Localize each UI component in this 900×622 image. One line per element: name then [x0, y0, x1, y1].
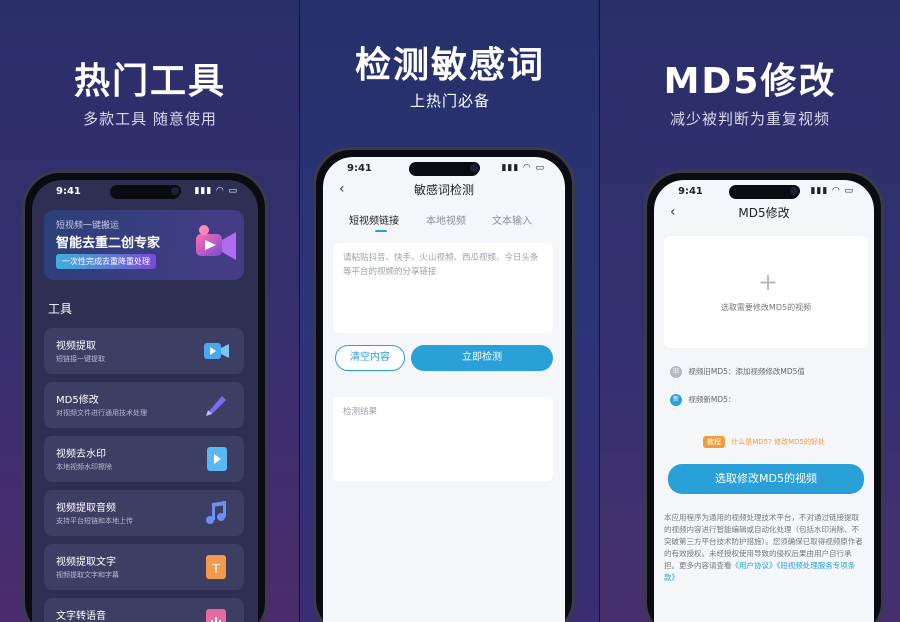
new-md5-row: 新 视频新MD5： [670, 394, 735, 406]
old-md5-row: 旧 视频旧MD5：添加视频修改MD5值 [670, 366, 805, 378]
detect-result-box: 检测结果 [333, 397, 553, 481]
video-camera-icon [204, 343, 229, 359]
back-arrow-icon[interactable]: ‹ [339, 181, 345, 197]
camera-icon [468, 162, 480, 174]
plus-icon: + [758, 268, 779, 296]
back-arrow-icon[interactable]: ‹ [670, 204, 676, 220]
select-video-button[interactable]: 选取修改MD5的视频 [668, 464, 864, 494]
nav-bar: ‹ MD5修改 [654, 204, 874, 230]
panel-title: 检测敏感词 [354, 45, 545, 86]
user-agreement-link[interactable]: 《用户协议》 [732, 561, 777, 570]
tutorial-link[interactable]: 什么是MD5? 修改MD5的好处 [731, 438, 825, 446]
tool-name: MD5修改 [56, 395, 99, 406]
nav-bar: ‹ 敏感词检测 [323, 181, 565, 207]
status-time: 9:41 [678, 186, 703, 197]
link-input-placeholder: 请粘贴抖音、快手、火山视频、西瓜视频、今日头条等平台的视频的分享链接 [343, 253, 539, 278]
video-camera-3d-icon [196, 225, 236, 260]
svg-text:T: T [211, 562, 220, 576]
status-bar: 9:41 ▮▮▮ ◠ ▭ [32, 180, 258, 202]
phone-screen: 9:41 ▮▮▮ ◠ ▭ ‹ 敏感词检测 短视频链接 本地视频 文本输入 请粘贴… [323, 157, 565, 622]
tool-name: 视频去水印 [56, 449, 106, 460]
panel-subtitle: 减少被判断为重复视频 [669, 110, 830, 128]
active-tab-indicator [375, 230, 387, 232]
status-time: 9:41 [56, 186, 81, 197]
panel-md5: MD5修改 减少被判断为重复视频 9:41 ▮▮▮ ◠ ▭ ‹ MD5修改 + … [600, 0, 900, 622]
panel-sensitive-words: 检测敏感词 上热门必备 9:41 ▮▮▮ ◠ ▭ ‹ 敏感词检测 短视频链接 本… [300, 0, 600, 622]
tab-bar: 短视频链接 本地视频 文本输入 [323, 212, 565, 234]
page-title: MD5修改 [738, 206, 790, 220]
clear-content-button[interactable]: 清空内容 [335, 345, 405, 371]
tool-desc: 支持平台短链和本地上传 [56, 517, 133, 525]
phone-mockup: 9:41 ▮▮▮ ◠ ▭ ‹ MD5修改 + 选取需要修改MD5的视频 旧 视频… [644, 170, 884, 622]
signal-wifi-battery-icon: ▮▮▮ ◠ ▭ [810, 186, 854, 196]
panel-title: MD5修改 [663, 61, 837, 102]
section-title: 工具 [48, 302, 73, 316]
audio-file-icon [206, 609, 226, 622]
tool-desc: 本地视频水印擦除 [56, 463, 112, 471]
phone-screen: 9:41 ▮▮▮ ◠ ▭ 短视频一键搬运 智能去重二创专家 一次性完成去重降重处… [32, 180, 258, 622]
tab-short-video-link[interactable]: 短视频链接 [349, 212, 399, 227]
phone-mockup: 9:41 ▮▮▮ ◠ ▭ 短视频一键搬运 智能去重二创专家 一次性完成去重降重处… [22, 170, 268, 622]
tool-name: 视频提取文字 [56, 557, 116, 568]
promo-banner[interactable]: 短视频一键搬运 智能去重二创专家 一次性完成去重降重处理 [44, 210, 244, 280]
text-file-icon: T [206, 555, 226, 579]
detect-now-button[interactable]: 立即检测 [411, 345, 553, 371]
tutorial-tag: 教程 [703, 436, 726, 448]
banner-title: 智能去重二创专家 [56, 236, 161, 251]
panel-subtitle: 上热门必备 [409, 92, 490, 110]
music-note-icon [206, 501, 226, 524]
tool-card-md5[interactable]: MD5修改 对视频文件进行通用技术处理 [44, 382, 244, 428]
tool-card-watermark[interactable]: 视频去水印 本地视频水印擦除 [44, 436, 244, 482]
tutorial-row: 教程 什么是MD5? 修改MD5的好处 [654, 436, 874, 448]
tool-name: 视频提取音频 [56, 503, 116, 514]
pencil-icon [206, 396, 226, 416]
old-md5-label: 视频旧MD5：添加视频修改MD5值 [688, 367, 805, 376]
tool-card-tts[interactable]: 文字转语音 [44, 598, 244, 622]
page-title: 敏感词检测 [413, 183, 474, 197]
new-md5-label: 视频新MD5： [688, 395, 736, 404]
video-picker-box[interactable]: + 选取需要修改MD5的视频 [664, 236, 868, 348]
panel-subtitle: 多款工具 随意使用 [83, 110, 217, 128]
tool-desc: 视频提取文字和字幕 [56, 571, 119, 579]
status-time: 9:41 [347, 163, 372, 174]
signal-wifi-battery-icon: ▮▮▮ ◠ ▭ [501, 163, 545, 173]
tool-card-video-extract[interactable]: 视频提取 短链接一键提取 [44, 328, 244, 374]
signal-wifi-battery-icon: ▮▮▮ ◠ ▭ [194, 186, 238, 196]
pick-video-hint: 选取需要修改MD5的视频 [720, 303, 812, 312]
tool-card-audio[interactable]: 视频提取音频 支持平台短链和本地上传 [44, 490, 244, 536]
banner-pill: 一次性完成去重降重处理 [56, 254, 156, 269]
tab-text-input[interactable]: 文本输入 [492, 212, 532, 227]
disclaimer-text: 本应用程序为通用的视频处理技术平台，不对通过链接提取的视频内容进行智能编辑或自动… [664, 512, 864, 584]
status-bar: 9:41 ▮▮▮ ◠ ▭ [654, 180, 874, 202]
tool-name: 视频提取 [56, 341, 96, 352]
phone-mockup: 9:41 ▮▮▮ ◠ ▭ ‹ 敏感词检测 短视频链接 本地视频 文本输入 请粘贴… [313, 147, 575, 622]
phone-screen: 9:41 ▮▮▮ ◠ ▭ ‹ MD5修改 + 选取需要修改MD5的视频 旧 视频… [654, 180, 874, 622]
new-badge-icon: 新 [670, 394, 682, 406]
panel-tools: 热门工具 多款工具 随意使用 9:41 ▮▮▮ ◠ ▭ 短视频一键搬运 智能去重… [0, 0, 300, 622]
detect-result-label: 检测结果 [343, 407, 378, 417]
tool-desc: 短链接一键提取 [56, 355, 105, 363]
tool-name: 文字转语音 [56, 611, 106, 622]
old-badge-icon: 旧 [670, 366, 682, 378]
link-input-box[interactable]: 请粘贴抖音、快手、火山视频、西瓜视频、今日头条等平台的视频的分享链接 [333, 243, 553, 333]
tool-card-text-extract[interactable]: 视频提取文字 视频提取文字和字幕 T [44, 544, 244, 590]
status-bar: 9:41 ▮▮▮ ◠ ▭ [323, 157, 565, 179]
tab-local-video[interactable]: 本地视频 [426, 212, 466, 227]
tool-desc: 对视频文件进行通用技术处理 [56, 409, 147, 417]
play-file-icon [207, 447, 227, 471]
camera-icon [788, 185, 800, 197]
banner-small-text: 短视频一键搬运 [56, 221, 120, 231]
panel-title: 热门工具 [73, 61, 226, 102]
camera-icon [169, 185, 181, 197]
